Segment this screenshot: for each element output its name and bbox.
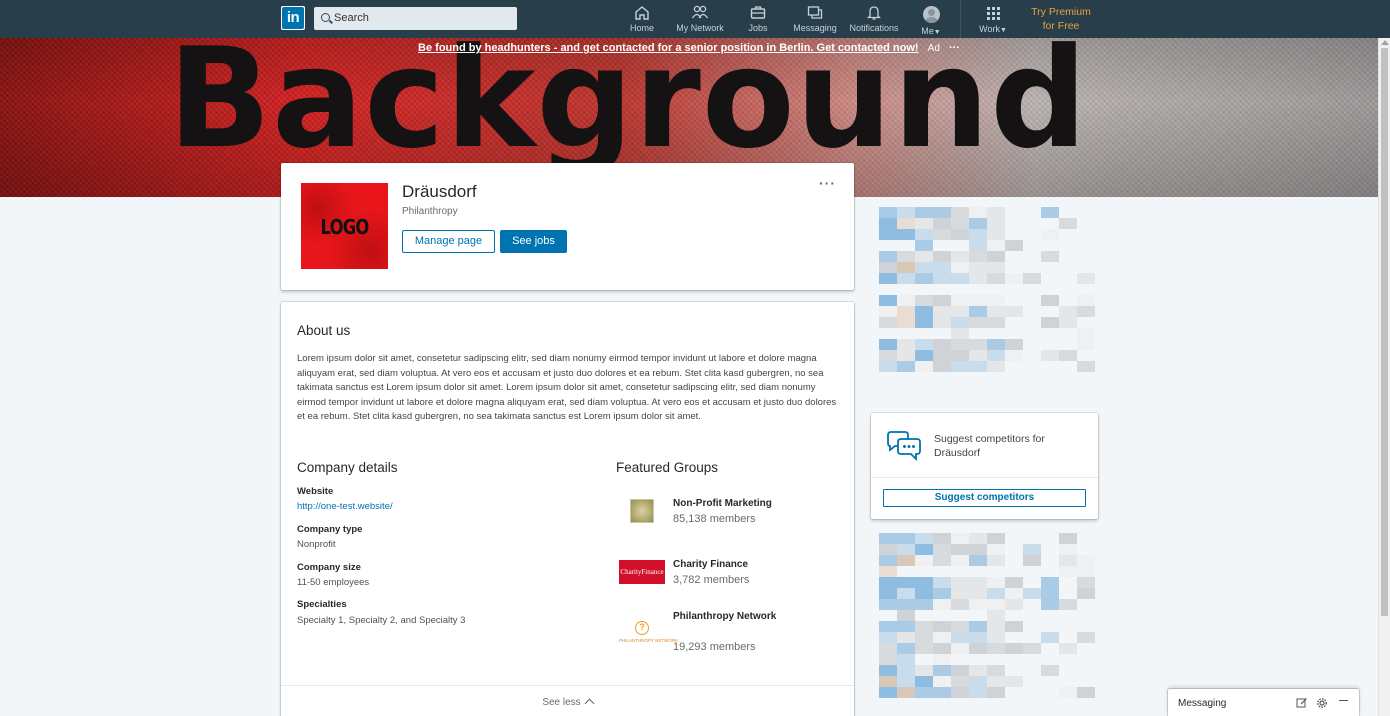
specialties-label: Specialties xyxy=(297,599,347,610)
try-premium-link[interactable]: Try Premium for Free xyxy=(1022,5,1100,33)
company-name: Dräusdorf xyxy=(402,182,477,201)
see-less-label: See less xyxy=(542,697,581,708)
group-members: 3,782 members xyxy=(673,574,750,586)
nav-work[interactable]: Work▼ xyxy=(976,4,1010,34)
nav-jobs-label: Jobs xyxy=(748,23,768,33)
logo-text: in xyxy=(282,7,304,29)
divider xyxy=(871,477,1098,478)
suggest-competitors-button[interactable]: Suggest competitors xyxy=(883,489,1086,507)
company-logo-text: LOGO xyxy=(320,215,370,239)
search-icon xyxy=(321,13,330,22)
suggest-competitors-card: Suggest competitors for Dräusdorf Sugges… xyxy=(871,413,1098,519)
see-less-button[interactable]: See less xyxy=(281,697,854,709)
ad-tag: Ad xyxy=(927,43,940,54)
ad-link[interactable]: Be found by headhunters - and get contac… xyxy=(418,42,919,54)
group-logo[interactable]: CharityFinance xyxy=(619,560,665,584)
about-description: Lorem ipsum dolor sit amet, consetetur s… xyxy=(297,353,837,423)
group-members: 85,138 members xyxy=(673,513,756,525)
featured-groups-heading: Featured Groups xyxy=(616,460,719,475)
minimize-icon[interactable] xyxy=(1339,691,1348,701)
nav-jobs[interactable]: Jobs xyxy=(745,4,771,33)
pixelated-sidebar-block xyxy=(879,207,1095,372)
grid-icon xyxy=(986,7,1000,20)
premium-line-2: for Free xyxy=(1042,20,1080,32)
gear-icon[interactable] xyxy=(1316,697,1328,709)
group-members: 19,293 members xyxy=(673,641,756,653)
chevron-up-icon xyxy=(584,698,595,709)
see-jobs-button[interactable]: See jobs xyxy=(500,230,567,253)
company-logo: LOGO xyxy=(301,183,388,269)
ad-more-icon[interactable]: ··· xyxy=(949,42,960,54)
pixelated-sidebar-block xyxy=(879,533,1095,698)
company-header-card: LOGO Dräusdorf Philanthropy Manage page … xyxy=(281,163,854,290)
home-icon xyxy=(635,6,649,20)
specialties-value: Specialty 1, Specialty 2, and Specialty … xyxy=(297,615,466,626)
network-icon xyxy=(691,5,709,19)
bell-icon xyxy=(866,6,882,20)
nav-messaging[interactable]: Messaging xyxy=(792,4,838,33)
nav-my-network[interactable]: My Network xyxy=(674,4,726,33)
chevron-down-icon: ▼ xyxy=(933,29,941,36)
search-placeholder: Search xyxy=(334,12,369,24)
chat-bubbles-icon xyxy=(887,431,921,462)
manage-page-button[interactable]: Manage page xyxy=(402,230,495,253)
scrollbar-thumb[interactable] xyxy=(1381,48,1388,616)
group-logo[interactable] xyxy=(630,499,654,523)
group-logo-glyph: ? xyxy=(635,621,649,635)
company-size-label: Company size xyxy=(297,562,361,573)
ad-banner: Be found by headhunters - and get contac… xyxy=(0,42,1378,54)
group-name[interactable]: Non-Profit Marketing xyxy=(673,497,783,511)
company-size-value: 11-50 employees xyxy=(297,577,370,588)
company-type-label: Company type xyxy=(297,524,363,535)
company-details-heading: Company details xyxy=(297,460,398,475)
company-type-value: Nonprofit xyxy=(297,539,336,550)
nav-notifications[interactable]: Notifications xyxy=(847,4,901,33)
more-options-icon[interactable]: ··· xyxy=(819,175,836,191)
premium-line-1: Try Premium xyxy=(1031,6,1091,18)
divider xyxy=(281,685,854,686)
messaging-icon xyxy=(807,6,823,19)
suggest-competitors-text: Suggest competitors for Dräusdorf xyxy=(934,433,1045,459)
banner-word: Background xyxy=(168,38,1089,179)
group-logo-text: PHILANTHROPY NETWORK xyxy=(619,638,679,643)
scroll-up-icon[interactable] xyxy=(1381,40,1389,45)
about-heading: About us xyxy=(297,323,351,338)
nav-home-label: Home xyxy=(629,23,654,33)
compose-icon[interactable] xyxy=(1296,697,1308,709)
website-label: Website xyxy=(297,486,334,497)
nav-me-label: Me xyxy=(921,26,934,36)
nav-my-network-label: My Network xyxy=(676,23,724,33)
briefcase-icon xyxy=(750,6,766,19)
messaging-bar[interactable]: Messaging xyxy=(1168,689,1359,716)
nav-separator xyxy=(960,0,961,38)
nav-work-label: Work xyxy=(979,24,1000,34)
linkedin-logo[interactable]: in xyxy=(281,6,305,30)
group-logo[interactable]: ? PHILANTHROPY NETWORK xyxy=(619,621,679,647)
top-nav: in Search Home My Network Jobs Messaging… xyxy=(0,0,1390,38)
scrollbar[interactable] xyxy=(1378,38,1390,716)
nav-home[interactable]: Home xyxy=(628,4,656,33)
company-industry: Philanthropy xyxy=(402,206,458,217)
avatar-icon xyxy=(922,6,940,23)
nav-me[interactable]: Me▼ xyxy=(918,4,944,36)
nav-messaging-label: Messaging xyxy=(793,23,837,33)
nav-notifications-label: Notifications xyxy=(849,23,899,33)
messaging-label: Messaging xyxy=(1178,698,1227,709)
group-name[interactable]: Philanthropy Network xyxy=(673,610,783,624)
search-input[interactable]: Search xyxy=(314,7,517,30)
group-name[interactable]: Charity Finance xyxy=(673,558,783,572)
chevron-down-icon: ▼ xyxy=(999,27,1007,34)
website-link[interactable]: http://one-test.website/ xyxy=(297,501,393,512)
about-card: About us Lorem ipsum dolor sit amet, con… xyxy=(281,302,854,716)
